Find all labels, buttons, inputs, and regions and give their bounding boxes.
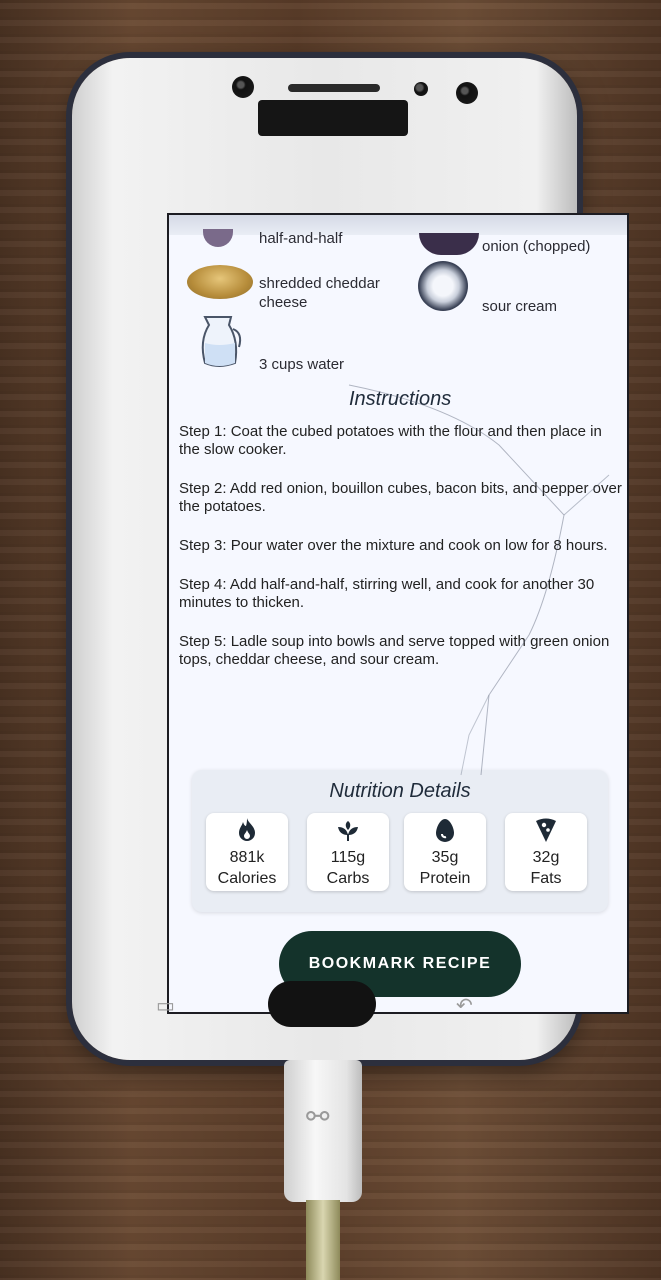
earpiece bbox=[258, 100, 408, 136]
protein-value: 35g bbox=[431, 849, 459, 866]
calories-value: 881k bbox=[229, 849, 265, 866]
ingredient-sour-cream: sour cream bbox=[482, 298, 558, 315]
nutrition-heading: Nutrition Details bbox=[329, 780, 471, 802]
sprout-icon bbox=[338, 821, 358, 841]
carbs-value: 115g bbox=[330, 849, 366, 866]
usb-cable bbox=[306, 1200, 340, 1280]
carbs-label: Carbs bbox=[326, 870, 370, 887]
half-and-half-image bbox=[203, 229, 233, 247]
speaker-grille bbox=[288, 84, 380, 92]
sour-cream-image bbox=[418, 261, 468, 311]
nutrition-tile-carbs: 115g Carbs bbox=[307, 813, 389, 891]
recent-apps-icon[interactable]: ▭ bbox=[156, 993, 175, 1018]
instruction-step: Step 5: Ladle soup into bowls and serve … bbox=[179, 633, 610, 668]
ingredient-onion: onion (chopped) bbox=[482, 238, 591, 255]
fats-label: Fats bbox=[530, 870, 562, 887]
fats-value: 32g bbox=[532, 849, 560, 866]
water-jug-image bbox=[201, 316, 242, 367]
instruction-step: Step 2: Add red onion, bouillon cubes, b… bbox=[179, 480, 622, 515]
instruction-step: Step 3: Pour water over the mixture and … bbox=[179, 537, 608, 554]
app-screen: half-and-half onion (chopped) shredded c… bbox=[167, 213, 629, 1014]
ingredient-water: 3 cups water bbox=[259, 356, 345, 373]
front-camera-icon bbox=[232, 76, 254, 98]
nutrition-tile-fats: 32g Fats bbox=[505, 813, 587, 891]
sensor-icon bbox=[456, 82, 478, 104]
ingredient-shredded-cheddar: shredded cheddar cheese bbox=[259, 274, 380, 312]
phone-body: half-and-half onion (chopped) shredded c… bbox=[72, 58, 629, 1060]
nutrition-tile-protein: 35g Protein bbox=[404, 813, 486, 891]
nutrition-tile-calories: 881k Calories bbox=[206, 813, 288, 891]
ingredient-half-and-half: half-and-half bbox=[259, 230, 343, 247]
ingredient-shredded-cheddar-line2: cheese bbox=[259, 294, 308, 311]
pizza-slice-icon bbox=[536, 818, 556, 842]
instructions-heading: Instructions bbox=[349, 388, 452, 410]
ingredient-shredded-cheddar-line1: shredded cheddar bbox=[259, 275, 380, 292]
nutrition-card: Nutrition Details 881k Calories 115g Car… bbox=[192, 770, 608, 912]
calories-label: Calories bbox=[217, 870, 277, 887]
sensor-icon bbox=[414, 82, 428, 96]
egg-icon bbox=[436, 819, 454, 842]
onion-image bbox=[419, 233, 479, 255]
status-bar bbox=[169, 215, 627, 235]
back-icon[interactable]: ↶ bbox=[456, 993, 473, 1018]
usb-cable-connector: ⚯ bbox=[284, 1060, 362, 1202]
instructions-list: Step 1: Coat the cubed potatoes with the… bbox=[179, 423, 624, 690]
shredded-cheddar-image bbox=[187, 265, 253, 299]
instruction-step: Step 4: Add half-and-half, stirring well… bbox=[179, 576, 595, 611]
home-button[interactable] bbox=[268, 981, 376, 1027]
instruction-step: Step 1: Coat the cubed potatoes with the… bbox=[179, 423, 602, 458]
protein-label: Protein bbox=[419, 870, 471, 887]
usb-icon: ⚯ bbox=[306, 1101, 330, 1132]
flame-icon bbox=[239, 818, 255, 841]
